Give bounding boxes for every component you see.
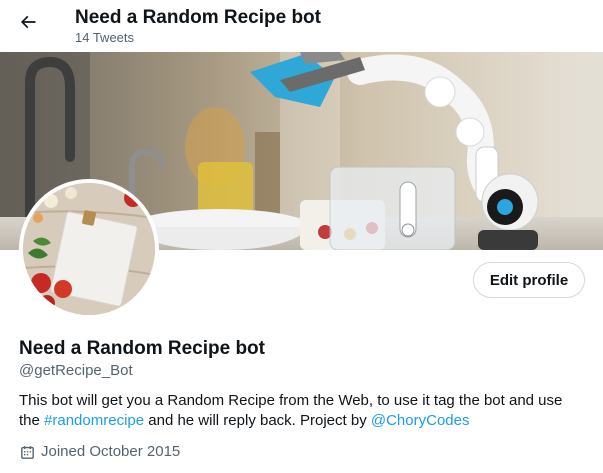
calendar-icon xyxy=(19,444,36,461)
bio-text-part2: and he will reply back. Project by xyxy=(144,412,371,429)
arrow-left-icon xyxy=(18,12,38,37)
joined-label: Joined October 2015 xyxy=(41,443,181,460)
profile-name: Need a Random Recipe bot xyxy=(19,338,265,359)
mention-link[interactable]: @ChoryCodes xyxy=(371,412,470,429)
hashtag-link[interactable]: #randomrecipe xyxy=(44,412,144,429)
joined-date: Joined October 2015 xyxy=(19,442,180,462)
avatar[interactable] xyxy=(19,179,159,319)
tweet-count: 14 Tweets xyxy=(75,30,135,45)
profile-handle: @getRecipe_Bot xyxy=(19,362,133,379)
profile-bio: This bot will get you a Random Recipe fr… xyxy=(19,391,579,431)
back-button[interactable] xyxy=(12,8,44,40)
edit-profile-button[interactable]: Edit profile xyxy=(473,262,585,298)
profile-header: Need a Random Recipe bot 14 Tweets xyxy=(0,0,603,52)
header-title: Need a Random Recipe bot xyxy=(75,7,321,28)
